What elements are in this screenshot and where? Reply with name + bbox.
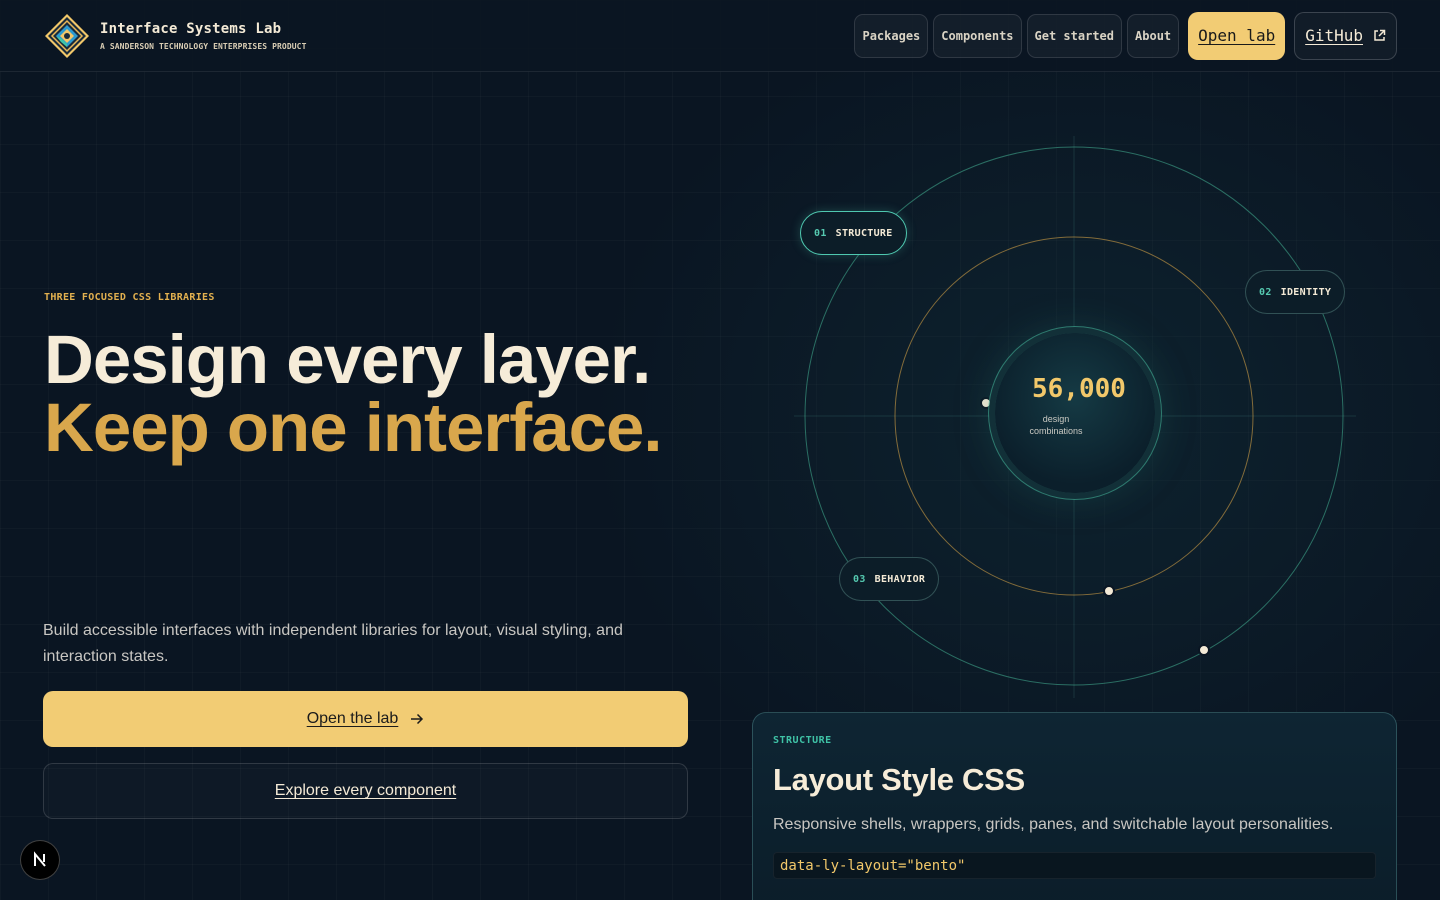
card-tag: STRUCTURE xyxy=(773,735,832,746)
nav-components[interactable]: Components xyxy=(933,13,1022,58)
site-header: Interface Systems Lab A SANDERSON TECHNO… xyxy=(0,0,1440,72)
hero-headline: Design every layer. Keep one interface. xyxy=(44,321,664,466)
combinations-value: 56,000 xyxy=(1032,373,1126,404)
chip-identity-label: IDENTITY xyxy=(1280,286,1332,298)
combinations-core: 56,000 design combinations xyxy=(995,333,1155,493)
nextjs-badge[interactable] xyxy=(20,840,60,880)
chip-behavior[interactable]: 03 BEHAVIOR xyxy=(839,557,940,601)
chip-behavior-label: BEHAVIOR xyxy=(874,573,926,585)
chip-structure[interactable]: 01 STRUCTURE xyxy=(800,211,907,255)
card-title: Layout Style CSS xyxy=(773,762,1025,797)
arrow-right-icon xyxy=(411,713,424,725)
main-nav: Packages Components Get started About Op… xyxy=(854,11,1397,60)
headline-line-2: Keep one interface. xyxy=(44,389,663,466)
nextjs-icon xyxy=(34,851,46,867)
combinations-label-line-1: design xyxy=(1042,413,1070,424)
combinations-label: design combinations xyxy=(1029,413,1082,437)
chip-behavior-num: 03 xyxy=(853,573,866,585)
nav-get-started[interactable]: Get started xyxy=(1026,13,1123,58)
card-code-snippet: data-ly-layout="bento" xyxy=(773,852,1376,879)
headline-line-1: Design every layer. xyxy=(44,321,651,398)
open-the-lab-button[interactable]: Open the lab xyxy=(43,691,688,747)
brand-subtitle: A SANDERSON TECHNOLOGY ENTERPRISES PRODU… xyxy=(100,41,307,51)
hero-description: Build accessible interfaces with indepen… xyxy=(43,622,623,665)
diamond-logo-icon xyxy=(45,13,89,58)
chip-structure-num: 01 xyxy=(814,227,827,239)
chip-identity-num: 02 xyxy=(1259,286,1272,298)
open-the-lab-label: Open the lab xyxy=(306,710,399,727)
brand-title: Interface Systems Lab xyxy=(100,20,282,37)
chip-identity[interactable]: 02 IDENTITY xyxy=(1245,270,1346,314)
chip-structure-label: STRUCTURE xyxy=(835,227,893,239)
explore-components-button[interactable]: Explore every component xyxy=(43,763,688,819)
github-link[interactable]: GitHub xyxy=(1294,11,1397,60)
nav-packages[interactable]: Packages xyxy=(854,13,929,58)
combinations-label-line-2: combinations xyxy=(1029,425,1083,436)
brand[interactable]: Interface Systems Lab A SANDERSON TECHNO… xyxy=(43,12,307,60)
nav-about[interactable]: About xyxy=(1127,13,1180,58)
hero-eyebrow: THREE FOCUSED CSS LIBRARIES xyxy=(44,292,215,303)
card-description: Responsive shells, wrappers, grids, pane… xyxy=(773,816,1334,833)
github-label: GitHub xyxy=(1305,26,1363,45)
open-lab-button[interactable]: Open lab xyxy=(1188,11,1286,60)
external-link-icon xyxy=(1374,29,1386,41)
library-card[interactable]: STRUCTURE Layout Style CSS Responsive sh… xyxy=(752,712,1397,900)
